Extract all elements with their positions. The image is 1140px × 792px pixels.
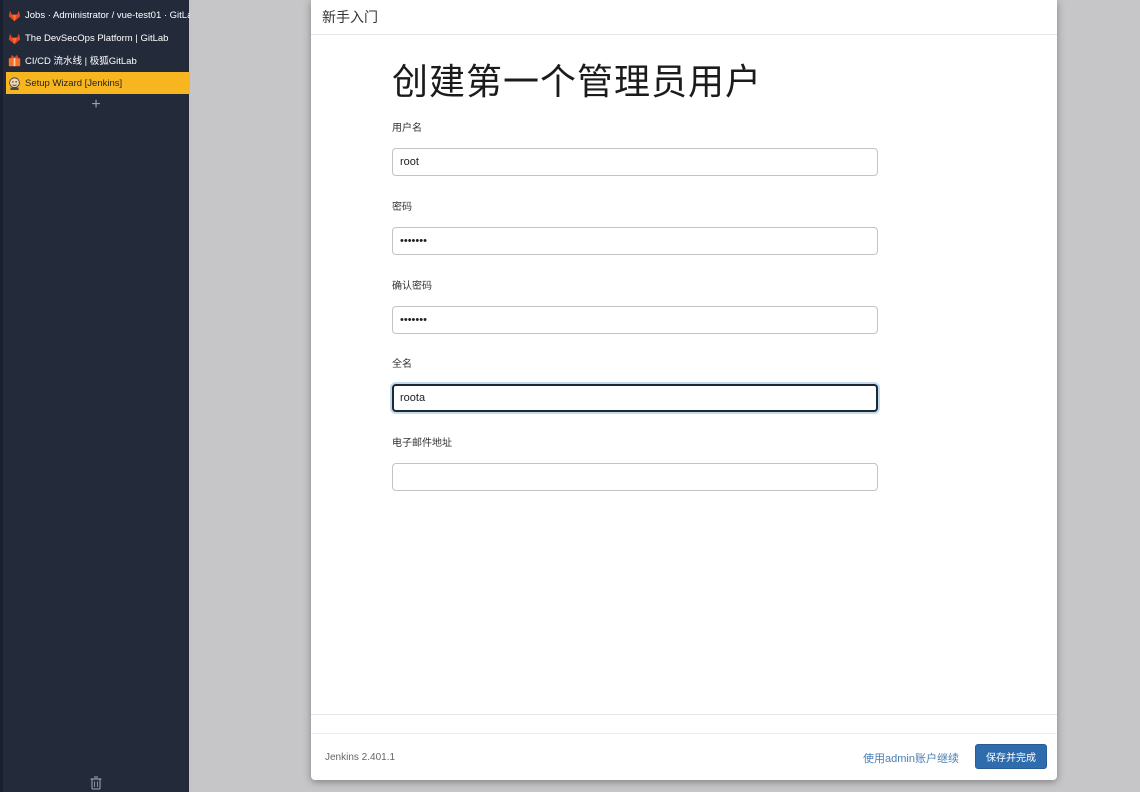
full-name-input[interactable] [392, 384, 878, 412]
tab-gitlab-jobs[interactable]: Jobs · Administrator / vue-test01 · GitL… [6, 4, 190, 26]
password-input[interactable] [392, 227, 878, 255]
tab-label: Jobs · Administrator / vue-test01 · GitL… [25, 9, 190, 21]
confirm-password-group: 确认密码 [392, 281, 878, 334]
tab-sidebar: Jobs · Administrator / vue-test01 · GitL… [0, 0, 190, 792]
tab-label: CI/CD 流水线 | 极狐GitLab [25, 56, 137, 67]
trash-icon[interactable] [89, 776, 103, 790]
full-name-group: 全名 [392, 359, 878, 412]
password-group: 密码 [392, 202, 878, 255]
gitlab-icon [8, 33, 21, 44]
tab-jenkins-setup-wizard[interactable]: Setup Wizard [Jenkins] [6, 72, 190, 94]
tab-gitlab-devsecops[interactable]: The DevSecOps Platform | GitLab [6, 27, 190, 49]
email-group: 电子邮件地址 [392, 438, 878, 491]
username-label: 用户名 [392, 123, 422, 134]
gitlab-icon [8, 10, 21, 21]
save-and-finish-button[interactable]: 保存并完成 [975, 744, 1047, 769]
username-group: 用户名 [392, 123, 878, 176]
full-name-label: 全名 [392, 359, 412, 370]
new-tab-button[interactable]: + [87, 96, 105, 114]
dialog-header: 新手入门 [311, 0, 1057, 35]
create-admin-form: 创建第一个管理员用户 用户名 密码 确认密码 全名 电子邮件地址 [392, 60, 878, 491]
dialog-footer: Jenkins 2.401.1 使用admin账户继续 保存并完成 [311, 714, 1057, 780]
footer-bar: Jenkins 2.401.1 使用admin账户继续 保存并完成 [311, 733, 1057, 780]
tab-label: Setup Wizard [Jenkins] [25, 77, 123, 89]
setup-wizard-dialog: 新手入门 创建第一个管理员用户 用户名 密码 确认密码 全名 电子邮件地址 Je… [311, 0, 1057, 780]
jenkins-icon [9, 76, 20, 90]
tab-jihu-gitlab-pipelines[interactable]: CI/CD 流水线 | 极狐GitLab [6, 49, 190, 71]
page-title: 创建第一个管理员用户 [392, 61, 763, 102]
confirm-password-label: 确认密码 [392, 281, 432, 292]
username-input[interactable] [392, 148, 878, 176]
email-label: 电子邮件地址 [392, 438, 452, 449]
continue-as-admin-link[interactable]: 使用admin账户继续 [863, 750, 959, 766]
password-label: 密码 [392, 202, 412, 213]
email-input[interactable] [392, 463, 878, 491]
confirm-password-input[interactable] [392, 306, 878, 334]
tab-label: The DevSecOps Platform | GitLab [25, 32, 169, 44]
jihu-gitlab-icon [8, 54, 21, 66]
jenkins-version: Jenkins 2.401.1 [325, 752, 396, 763]
